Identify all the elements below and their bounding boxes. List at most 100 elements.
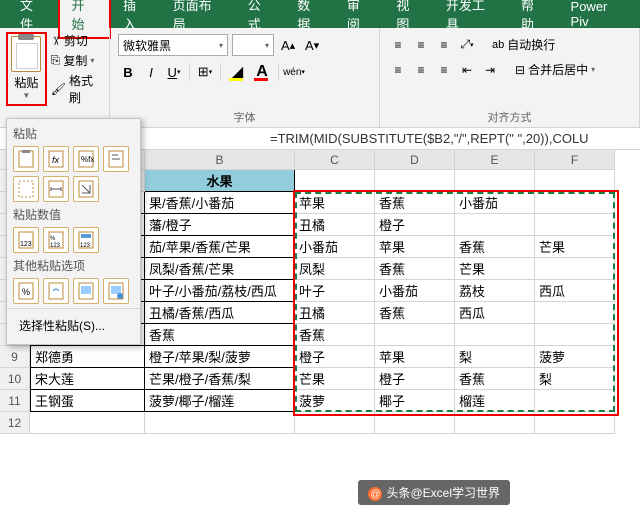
cell[interactable]: 菠萝 bbox=[295, 390, 375, 412]
font-name-select[interactable]: 微软雅黑▾ bbox=[118, 34, 228, 56]
cell[interactable]: 橙子 bbox=[295, 346, 375, 368]
col-header-d[interactable]: D bbox=[375, 150, 455, 170]
cell[interactable]: 果/香蕉/小番茄 bbox=[145, 192, 295, 214]
cell[interactable]: 芒果 bbox=[455, 258, 535, 280]
cell[interactable] bbox=[535, 412, 615, 434]
cell[interactable]: 榴莲 bbox=[455, 390, 535, 412]
cell[interactable]: 荔枝 bbox=[455, 280, 535, 302]
row-header[interactable]: 10 bbox=[0, 368, 30, 390]
cell[interactable] bbox=[535, 390, 615, 412]
cell[interactable]: 凤梨/香蕉/芒果 bbox=[145, 258, 295, 280]
cell[interactable]: 香蕉 bbox=[455, 368, 535, 390]
cell[interactable] bbox=[375, 324, 455, 346]
cell[interactable]: 香蕉 bbox=[295, 324, 375, 346]
paste-opt-transpose[interactable] bbox=[73, 176, 99, 202]
cell-b1-header[interactable]: 水果 bbox=[145, 170, 295, 192]
wrap-text-button[interactable]: ab自动换行 bbox=[488, 34, 559, 55]
paste-opt-keep-src-fmt[interactable] bbox=[103, 146, 129, 172]
cell[interactable]: 藩/橙子 bbox=[145, 214, 295, 236]
format-painter-button[interactable]: 🖌格式刷 bbox=[51, 72, 103, 106]
cell[interactable]: 苹果 bbox=[295, 192, 375, 214]
cell[interactable]: 王钢蛋 bbox=[30, 390, 145, 412]
align-left-button[interactable]: ≡ bbox=[388, 61, 408, 79]
increase-font-button[interactable]: A▴ bbox=[278, 35, 298, 55]
cell[interactable] bbox=[535, 192, 615, 214]
cell[interactable]: 芒果/橙子/香蕉/梨 bbox=[145, 368, 295, 390]
cell[interactable]: 叶子/小番茄/荔枝/西瓜 bbox=[145, 280, 295, 302]
cell[interactable]: 丑橘/香蕉/西瓜 bbox=[145, 302, 295, 324]
cell[interactable]: 香蕉 bbox=[375, 258, 455, 280]
cell[interactable]: 芒果 bbox=[295, 368, 375, 390]
cut-button[interactable]: ✂剪切 bbox=[51, 32, 103, 49]
merge-center-button[interactable]: ⊟合并后居中▾ bbox=[511, 59, 599, 80]
cell[interactable] bbox=[375, 412, 455, 434]
col-header-f[interactable]: F bbox=[535, 150, 615, 170]
cell[interactable]: 橙子 bbox=[375, 368, 455, 390]
cell[interactable]: 西瓜 bbox=[535, 280, 615, 302]
cell[interactable]: 茄/苹果/香蕉/芒果 bbox=[145, 236, 295, 258]
cell[interactable]: 橙子 bbox=[375, 214, 455, 236]
cell[interactable]: 香蕉 bbox=[375, 192, 455, 214]
cell[interactable]: 芒果 bbox=[535, 236, 615, 258]
cell[interactable] bbox=[295, 412, 375, 434]
row-header[interactable]: 12 bbox=[0, 412, 30, 434]
cell[interactable]: 小番茄 bbox=[295, 236, 375, 258]
cell[interactable] bbox=[145, 412, 295, 434]
cell[interactable] bbox=[455, 214, 535, 236]
cell[interactable]: 宋大莲 bbox=[30, 368, 145, 390]
paste-button[interactable]: 粘贴 ▼ bbox=[6, 32, 47, 106]
paste-special-menuitem[interactable]: 选择性粘贴(S)... bbox=[13, 313, 134, 338]
cell[interactable]: 凤梨 bbox=[295, 258, 375, 280]
col-header-b[interactable]: B bbox=[145, 150, 295, 170]
bold-button[interactable]: B bbox=[118, 62, 138, 82]
cell[interactable]: 苹果 bbox=[375, 236, 455, 258]
align-center-button[interactable]: ≡ bbox=[411, 61, 431, 79]
cell[interactable]: 叶子 bbox=[295, 280, 375, 302]
cell[interactable] bbox=[535, 214, 615, 236]
cell[interactable]: 梨 bbox=[535, 368, 615, 390]
paste-opt-linked-picture[interactable] bbox=[103, 278, 129, 304]
cell[interactable]: 香蕉 bbox=[375, 302, 455, 324]
cell[interactable] bbox=[535, 324, 615, 346]
italic-button[interactable]: I bbox=[141, 62, 161, 82]
cell[interactable]: 郑德勇 bbox=[30, 346, 145, 368]
cell[interactable]: 梨 bbox=[455, 346, 535, 368]
paste-opt-all[interactable] bbox=[13, 146, 39, 172]
cell[interactable] bbox=[455, 324, 535, 346]
paste-opt-formatting[interactable]: % bbox=[13, 278, 39, 304]
cell[interactable] bbox=[535, 258, 615, 280]
cell[interactable]: 菠萝/椰子/榴莲 bbox=[145, 390, 295, 412]
paste-opt-no-border[interactable] bbox=[13, 176, 39, 202]
phonetic-button[interactable]: wén▾ bbox=[284, 62, 304, 82]
col-header-e[interactable]: E bbox=[455, 150, 535, 170]
cell[interactable]: 丑橘 bbox=[295, 302, 375, 324]
cell[interactable]: 椰子 bbox=[375, 390, 455, 412]
col-header-c[interactable]: C bbox=[295, 150, 375, 170]
paste-opt-formulas[interactable]: fx bbox=[43, 146, 69, 172]
cell[interactable]: 小番茄 bbox=[455, 192, 535, 214]
align-middle-button[interactable]: ≡ bbox=[411, 36, 431, 54]
cell[interactable]: 橙子/苹果/梨/菠萝 bbox=[145, 346, 295, 368]
paste-opt-col-width[interactable] bbox=[43, 176, 69, 202]
align-top-button[interactable]: ≡ bbox=[388, 36, 408, 54]
paste-opt-values[interactable]: 123 bbox=[13, 227, 39, 253]
underline-button[interactable]: U▾ bbox=[164, 62, 184, 82]
fill-color-button[interactable]: ◢ bbox=[226, 62, 248, 82]
orientation-button[interactable]: ⤢▾ bbox=[457, 36, 477, 54]
row-header[interactable]: 11 bbox=[0, 390, 30, 412]
cell[interactable] bbox=[30, 412, 145, 434]
cell[interactable]: 菠萝 bbox=[535, 346, 615, 368]
paste-opt-formulas-fmt[interactable]: %fx bbox=[73, 146, 99, 172]
cell[interactable]: 西瓜 bbox=[455, 302, 535, 324]
indent-left-button[interactable]: ⇤ bbox=[457, 61, 477, 79]
paste-opt-values-num-fmt[interactable]: %123 bbox=[43, 227, 69, 253]
cell[interactable]: 小番茄 bbox=[375, 280, 455, 302]
copy-button[interactable]: ⎘复制▾ bbox=[51, 52, 103, 69]
align-bottom-button[interactable]: ≡ bbox=[434, 36, 454, 54]
align-right-button[interactable]: ≡ bbox=[434, 61, 454, 79]
font-size-select[interactable]: ▾ bbox=[232, 34, 274, 56]
paste-opt-picture[interactable] bbox=[73, 278, 99, 304]
row-header[interactable]: 9 bbox=[0, 346, 30, 368]
border-button[interactable]: ⊞▾ bbox=[195, 62, 215, 82]
paste-opt-values-src-fmt[interactable]: 123 bbox=[73, 227, 99, 253]
